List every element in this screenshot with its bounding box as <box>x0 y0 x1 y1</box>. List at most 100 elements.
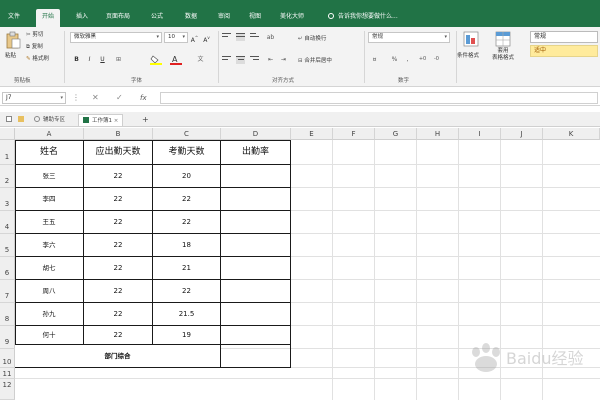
cell-attendance-rate[interactable] <box>221 211 291 234</box>
cell-attendance-rate[interactable] <box>221 326 291 345</box>
row-header[interactable]: 1 <box>0 140 15 165</box>
new-tab-icon[interactable]: + <box>138 114 153 126</box>
row-header[interactable]: 8 <box>0 303 15 326</box>
cell-required-days[interactable]: 22 <box>84 188 153 211</box>
percent-icon[interactable]: % <box>390 55 399 64</box>
name-box[interactable]: J7 ▾ <box>2 92 66 104</box>
phonetic-icon[interactable]: 文 <box>196 55 205 64</box>
format-as-table-icon[interactable] <box>494 30 512 48</box>
align-left-icon[interactable] <box>222 56 231 64</box>
workbook-tab-helper[interactable]: 辅助专区 <box>30 114 69 126</box>
copy-button[interactable]: ⧉ 复制 <box>26 42 43 51</box>
cancel-icon[interactable]: ✕ <box>92 92 99 104</box>
wrap-text-button[interactable]: ↵ 自动换行 <box>298 34 326 42</box>
font-size-select[interactable]: 10 ▾ <box>164 32 188 43</box>
folder-icon[interactable] <box>14 114 31 126</box>
cell-required-days[interactable]: 22 <box>84 234 153 257</box>
column-header[interactable]: E <box>291 128 333 140</box>
cell-attendance-rate[interactable] <box>221 188 291 211</box>
cell-summary-rate[interactable] <box>221 345 291 368</box>
tab-data[interactable]: 数据 <box>185 7 197 27</box>
shrink-font-icon[interactable]: Av <box>202 33 211 44</box>
tab-page-layout[interactable]: 页面布局 <box>106 7 130 27</box>
cell-attendance-rate[interactable] <box>221 303 291 326</box>
cell-style-neutral[interactable]: 适中 <box>530 45 598 57</box>
formula-input[interactable] <box>160 92 598 104</box>
align-top-icon[interactable] <box>222 33 231 41</box>
align-center-icon[interactable] <box>236 56 245 64</box>
cell-attended-days[interactable]: 18 <box>153 234 221 257</box>
row-header[interactable]: 7 <box>0 280 15 303</box>
column-header[interactable]: B <box>84 128 153 140</box>
align-bottom-icon[interactable] <box>250 33 259 41</box>
fill-color-icon[interactable] <box>150 54 162 65</box>
row-header[interactable]: 2 <box>0 165 15 188</box>
currency-icon[interactable]: ¤ <box>370 55 379 64</box>
cell-name[interactable]: 张三 <box>15 165 84 188</box>
underline-button[interactable]: U <box>98 55 107 64</box>
header-required-days[interactable]: 应出勤天数 <box>84 140 153 165</box>
conditional-format-button[interactable]: 条件格式 <box>457 51 479 59</box>
cell-required-days[interactable]: 22 <box>84 303 153 326</box>
tell-me-search[interactable]: 告诉我你想要做什么... <box>328 7 398 27</box>
insert-function-icon[interactable]: fx <box>140 92 147 104</box>
cell-attended-days[interactable]: 20 <box>153 165 221 188</box>
column-header[interactable]: A <box>15 128 84 140</box>
cell-required-days[interactable]: 22 <box>84 165 153 188</box>
indent-increase-icon[interactable]: ⇥ <box>279 55 288 64</box>
cell-attendance-rate[interactable] <box>221 257 291 280</box>
indent-decrease-icon[interactable]: ⇤ <box>266 55 275 64</box>
cell-name[interactable]: 孙九 <box>15 303 84 326</box>
tab-review[interactable]: 审阅 <box>218 7 230 27</box>
row-header[interactable]: 4 <box>0 211 15 234</box>
cell-name[interactable]: 李六 <box>15 234 84 257</box>
cell-required-days[interactable]: 22 <box>84 211 153 234</box>
number-format-select[interactable]: 常规 ▾ <box>368 32 450 43</box>
cell-attendance-rate[interactable] <box>221 234 291 257</box>
tab-formulas[interactable]: 公式 <box>151 7 163 27</box>
comma-icon[interactable]: , <box>403 55 412 64</box>
cell-name[interactable]: 何十 <box>15 326 84 345</box>
cell-name[interactable]: 胡七 <box>15 257 84 280</box>
close-icon[interactable]: × <box>114 118 119 124</box>
font-color-icon[interactable]: A <box>170 54 182 65</box>
row-header[interactable]: 9 <box>0 326 15 349</box>
cut-button[interactable]: ✂ 剪切 <box>26 30 43 38</box>
column-header[interactable]: D <box>221 128 291 140</box>
row-header[interactable]: 10 <box>0 349 15 368</box>
tab-file[interactable]: 文件 <box>8 7 20 27</box>
row-header[interactable]: 12 <box>0 379 15 400</box>
cell-attended-days[interactable]: 22 <box>153 280 221 303</box>
font-name-select[interactable]: 微软雅黑 ▾ <box>70 32 162 43</box>
column-header[interactable]: I <box>459 128 501 140</box>
column-header[interactable]: J <box>501 128 543 140</box>
column-header[interactable]: C <box>153 128 221 140</box>
cell-attendance-rate[interactable] <box>221 280 291 303</box>
row-header[interactable]: 5 <box>0 234 15 257</box>
cell-name[interactable]: 王五 <box>15 211 84 234</box>
cell-attended-days[interactable]: 22 <box>153 188 221 211</box>
bold-button[interactable]: B <box>72 55 81 64</box>
header-name[interactable]: 姓名 <box>15 140 84 165</box>
align-middle-icon[interactable] <box>236 33 245 41</box>
grow-font-icon[interactable]: A^ <box>190 33 199 44</box>
column-header[interactable]: G <box>375 128 417 140</box>
format-as-table-button[interactable]: 套用 表格格式 <box>492 48 514 62</box>
cell-style-normal[interactable]: 常规 <box>530 31 598 43</box>
column-header[interactable]: H <box>417 128 459 140</box>
merged-summary-cell[interactable]: 部门综合 <box>15 345 221 368</box>
row-header[interactable]: 6 <box>0 257 15 280</box>
cell-name[interactable]: 李四 <box>15 188 84 211</box>
tab-view[interactable]: 视图 <box>249 7 261 27</box>
column-header[interactable]: K <box>543 128 600 140</box>
cell-attended-days[interactable]: 21.5 <box>153 303 221 326</box>
row-header[interactable]: 11 <box>0 368 15 379</box>
conditional-format-icon[interactable] <box>462 30 480 48</box>
tab-insert[interactable]: 插入 <box>76 7 88 27</box>
increase-decimal-icon[interactable]: +0 <box>418 55 427 64</box>
confirm-icon[interactable]: ✓ <box>116 92 123 104</box>
column-header[interactable]: F <box>333 128 375 140</box>
tab-home[interactable]: 开始 <box>36 9 61 27</box>
cell-required-days[interactable]: 22 <box>84 326 153 345</box>
cell-attended-days[interactable]: 21 <box>153 257 221 280</box>
